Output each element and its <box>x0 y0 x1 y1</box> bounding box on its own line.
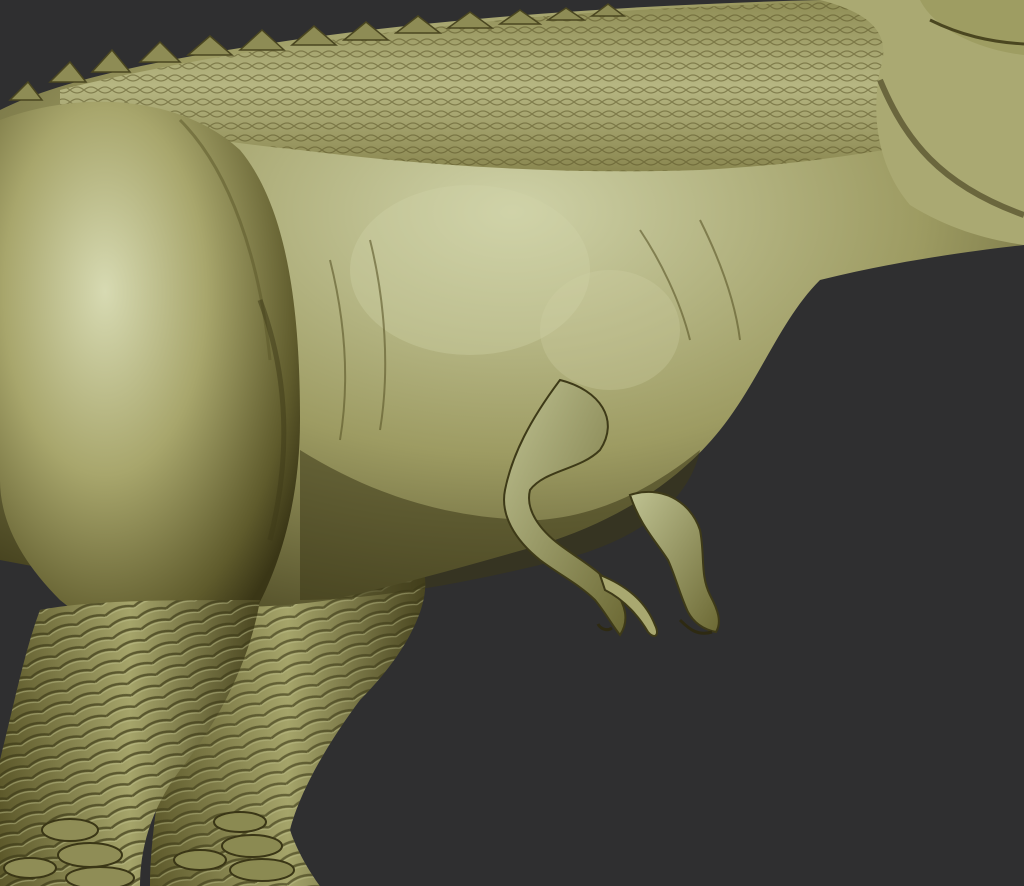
dinosaur-render <box>0 0 1024 886</box>
thigh <box>0 101 300 645</box>
render-viewport <box>0 0 1024 886</box>
